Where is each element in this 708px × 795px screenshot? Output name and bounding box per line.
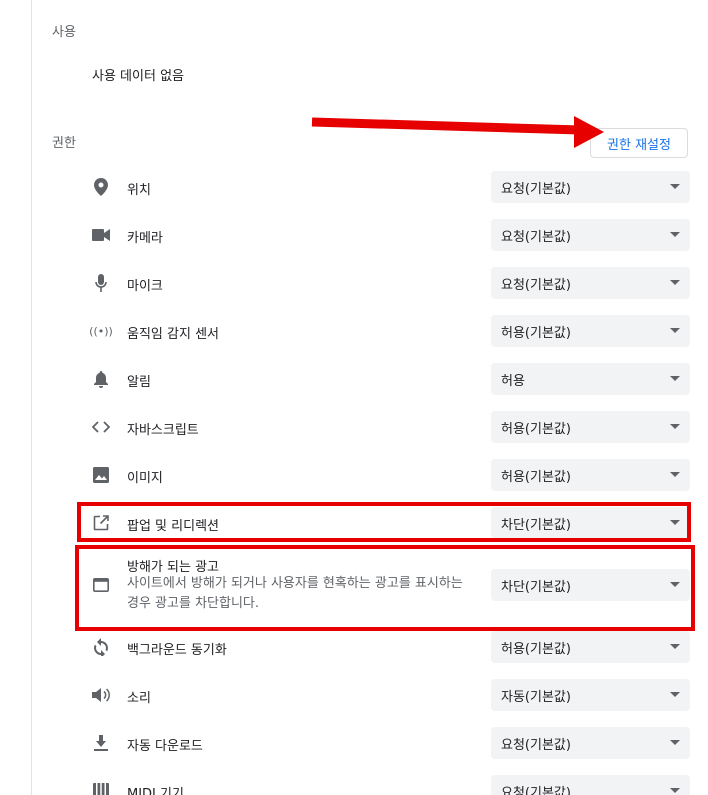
permission-select-background-sync[interactable]: 허용(기본값) bbox=[491, 631, 690, 663]
permission-label-images: 이미지 bbox=[127, 471, 163, 486]
permission-label-background-sync: 백그라운드 동기화 bbox=[127, 643, 227, 658]
motion-sensor-icon: ((•)) bbox=[89, 324, 113, 338]
permission-select-automatic-downloads[interactable]: 요청(기본값) bbox=[491, 727, 690, 759]
permission-label-popups: 팝업 및 리디렉션 bbox=[127, 519, 219, 534]
camera-icon bbox=[90, 224, 112, 246]
permission-row-midi-devices: MIDI 기기 요청(기본값) bbox=[80, 774, 692, 795]
permission-row-microphone: 마이크 요청(기본값) bbox=[80, 266, 692, 300]
permission-value-javascript: 허용(기본값) bbox=[501, 421, 571, 437]
permission-value-notifications: 허용 bbox=[501, 373, 525, 389]
permission-label-intrusive-ads: 방해가 되는 광고 bbox=[127, 560, 219, 575]
permission-label-camera: 카메라 bbox=[127, 231, 163, 246]
permission-label-motion-sensors: 움직임 감지 센서 bbox=[127, 327, 219, 342]
chevron-down-icon bbox=[670, 376, 680, 381]
chevron-down-icon bbox=[670, 582, 680, 587]
permission-value-automatic-downloads: 요청(기본값) bbox=[501, 737, 571, 753]
permission-row-background-sync: 백그라운드 동기화 허용(기본값) bbox=[80, 630, 692, 664]
site-settings-page: 사용 사용 데이터 없음 권한 권한 재설정 위치 요청(기본값) 카메라 요청… bbox=[0, 0, 708, 795]
permission-description-intrusive-ads: 사이트에서 방해가 되거나 사용자를 현혹하는 광고를 표시하는 경우 광고를 … bbox=[127, 576, 463, 611]
permission-select-images[interactable]: 허용(기본값) bbox=[491, 459, 690, 491]
usage-heading: 사용 bbox=[52, 25, 76, 40]
chevron-down-icon bbox=[670, 184, 680, 189]
open-in-new-icon bbox=[90, 512, 112, 534]
permission-select-microphone[interactable]: 요청(기본값) bbox=[491, 267, 690, 299]
code-icon bbox=[90, 416, 112, 438]
permission-value-microphone: 요청(기본값) bbox=[501, 277, 571, 293]
permission-row-location: 위치 요청(기본값) bbox=[80, 170, 692, 204]
permission-select-popups[interactable]: 차단(기본값) bbox=[491, 507, 690, 539]
permission-label-javascript: 자바스크립트 bbox=[127, 423, 199, 438]
image-icon bbox=[90, 464, 112, 486]
browser-window-icon bbox=[90, 574, 112, 596]
content-left-border bbox=[31, 0, 32, 795]
chevron-down-icon bbox=[670, 472, 680, 477]
usage-text: 사용 데이터 없음 bbox=[92, 69, 184, 84]
location-pin-icon bbox=[90, 176, 112, 198]
chevron-down-icon bbox=[670, 788, 680, 793]
permission-row-motion-sensors: ((•)) 움직임 감지 센서 허용(기본값) bbox=[80, 314, 692, 348]
permission-label-location: 위치 bbox=[127, 183, 151, 198]
download-icon bbox=[90, 732, 112, 754]
chevron-down-icon bbox=[670, 232, 680, 237]
permission-select-motion-sensors[interactable]: 허용(기본값) bbox=[491, 315, 690, 347]
permission-select-midi-devices[interactable]: 요청(기본값) bbox=[491, 775, 690, 795]
reset-permissions-button[interactable]: 권한 재설정 bbox=[590, 128, 688, 158]
chevron-down-icon bbox=[670, 520, 680, 525]
permission-select-location[interactable]: 요청(기본값) bbox=[491, 171, 690, 203]
permission-value-sound: 자동(기본값) bbox=[501, 689, 571, 705]
permission-row-automatic-downloads: 자동 다운로드 요청(기본값) bbox=[80, 726, 692, 760]
permissions-heading: 권한 bbox=[52, 136, 76, 151]
permission-value-images: 허용(기본값) bbox=[501, 469, 571, 485]
permission-value-camera: 요청(기본값) bbox=[501, 229, 571, 245]
permission-label-microphone: 마이크 bbox=[127, 279, 163, 294]
permission-value-intrusive-ads: 차단(기본값) bbox=[501, 579, 571, 595]
bell-icon bbox=[90, 368, 112, 390]
permission-select-javascript[interactable]: 허용(기본값) bbox=[491, 411, 690, 443]
permission-row-javascript: 자바스크립트 허용(기본값) bbox=[80, 410, 692, 444]
chevron-down-icon bbox=[670, 424, 680, 429]
volume-icon bbox=[90, 684, 112, 706]
chevron-down-icon bbox=[670, 328, 680, 333]
sync-icon bbox=[90, 636, 112, 658]
permission-value-location: 요청(기본값) bbox=[501, 181, 571, 197]
chevron-down-icon bbox=[670, 644, 680, 649]
permission-select-sound[interactable]: 자동(기본값) bbox=[491, 679, 690, 711]
permission-select-camera[interactable]: 요청(기본값) bbox=[491, 219, 690, 251]
permission-row-popups: 팝업 및 리디렉션 차단(기본값) bbox=[80, 506, 692, 540]
permission-row-camera: 카메라 요청(기본값) bbox=[80, 218, 692, 252]
permission-select-intrusive-ads[interactable]: 차단(기본값) bbox=[491, 569, 690, 601]
annotation-arrow bbox=[311, 116, 604, 148]
permission-row-images: 이미지 허용(기본값) bbox=[80, 458, 692, 492]
permission-row-notifications: 알림 허용 bbox=[80, 362, 692, 396]
piano-keys-icon bbox=[90, 780, 112, 795]
chevron-down-icon bbox=[670, 740, 680, 745]
permission-label-notifications: 알림 bbox=[127, 375, 151, 390]
chevron-down-icon bbox=[670, 280, 680, 285]
permission-value-midi-devices: 요청(기본값) bbox=[501, 785, 571, 795]
chevron-down-icon bbox=[670, 692, 680, 697]
permission-label-automatic-downloads: 자동 다운로드 bbox=[127, 739, 203, 754]
microphone-icon bbox=[90, 272, 112, 294]
permission-row-sound: 소리 자동(기본값) bbox=[80, 678, 692, 712]
permission-label-midi-devices: MIDI 기기 bbox=[127, 787, 184, 795]
permission-value-motion-sensors: 허용(기본값) bbox=[501, 325, 571, 341]
permission-value-popups: 차단(기본값) bbox=[501, 517, 571, 533]
permission-select-notifications[interactable]: 허용 bbox=[491, 363, 690, 395]
permission-value-background-sync: 허용(기본값) bbox=[501, 641, 571, 657]
permission-label-sound: 소리 bbox=[127, 691, 151, 706]
permission-row-intrusive-ads: 방해가 되는 광고 사이트에서 방해가 되거나 사용자를 현혹하는 광고를 표시… bbox=[80, 552, 692, 616]
